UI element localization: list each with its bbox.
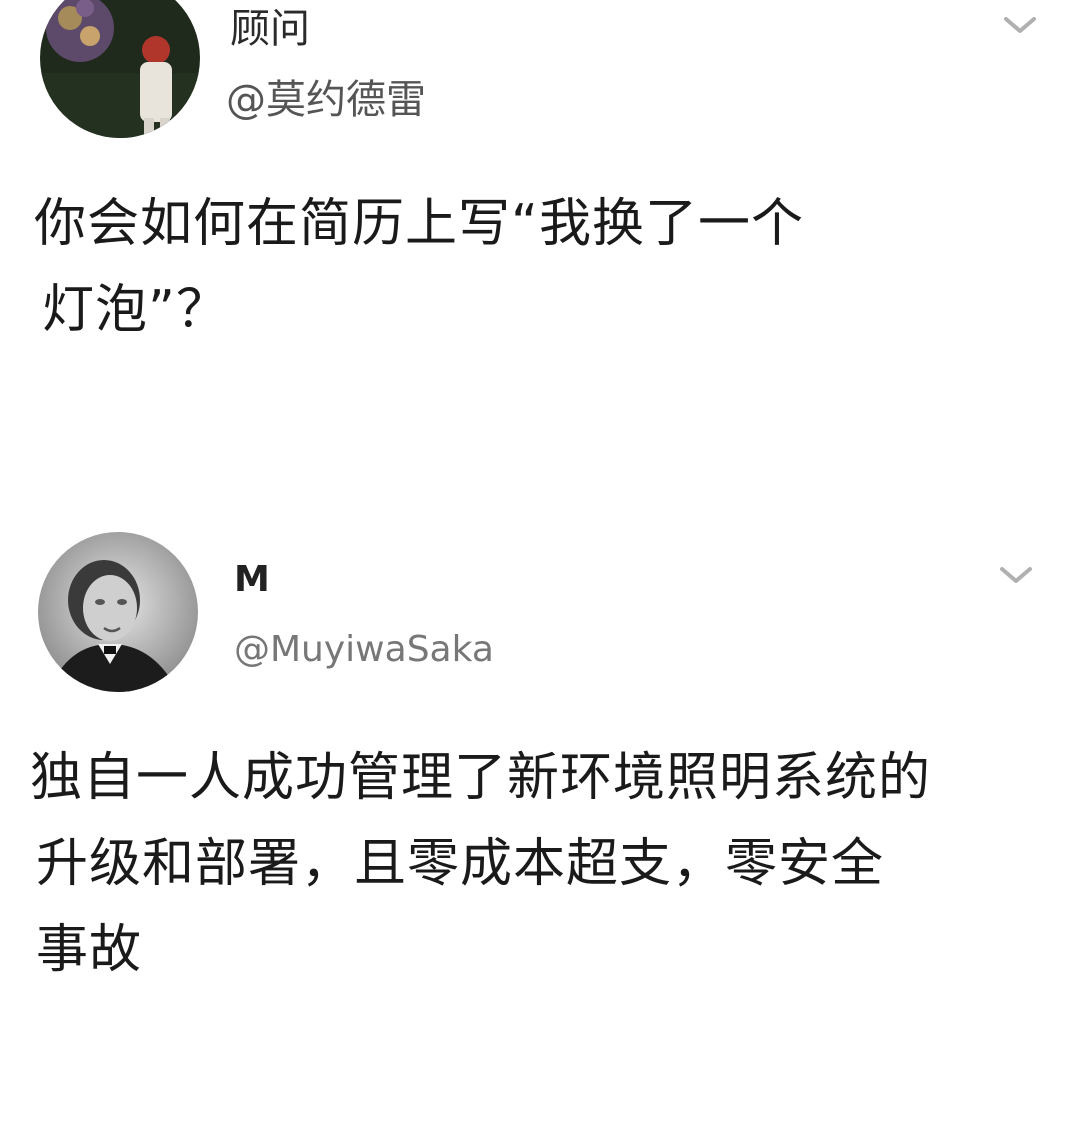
display-name[interactable]: 顾问 [230, 7, 310, 51]
chevron-down-icon[interactable] [994, 560, 1038, 590]
avatar-photo-icon [40, 0, 200, 138]
tweet-card: 顾问 @莫约德雷 你会如何在简历上写“我换了一个 灯泡”？ [0, 0, 1080, 500]
avatar-photo-icon [38, 532, 198, 692]
user-handle[interactable]: @MuyiwaSaka [234, 628, 494, 672]
tweet-text-line: 事故 [36, 920, 143, 980]
tweet-text-line: 灯泡”？ [42, 280, 229, 340]
tweet-text-line: 升级和部署，且零成本超支，零安全 [36, 834, 885, 894]
tweet-text: 独自一人成功管理了新环境照明系统的 升级和部署，且零成本超支，零安全 事故 [30, 735, 1020, 993]
tweet-text-line: 你会如何在简历上写“我换了一个 [34, 194, 804, 254]
tweet-card: M @MuyiwaSaka 独自一人成功管理了新环境照明系统的 升级和部署，且零… [0, 520, 1080, 1120]
display-name[interactable]: M [234, 558, 270, 602]
avatar[interactable] [40, 0, 200, 138]
tweet-text-line: 独自一人成功管理了新环境照明系统的 [30, 748, 932, 808]
tweet-text: 你会如何在简历上写“我换了一个 灯泡”？ [34, 181, 914, 353]
user-handle[interactable]: @莫约德雷 [226, 78, 426, 122]
chevron-down-icon[interactable] [998, 10, 1042, 40]
avatar[interactable] [38, 532, 198, 692]
